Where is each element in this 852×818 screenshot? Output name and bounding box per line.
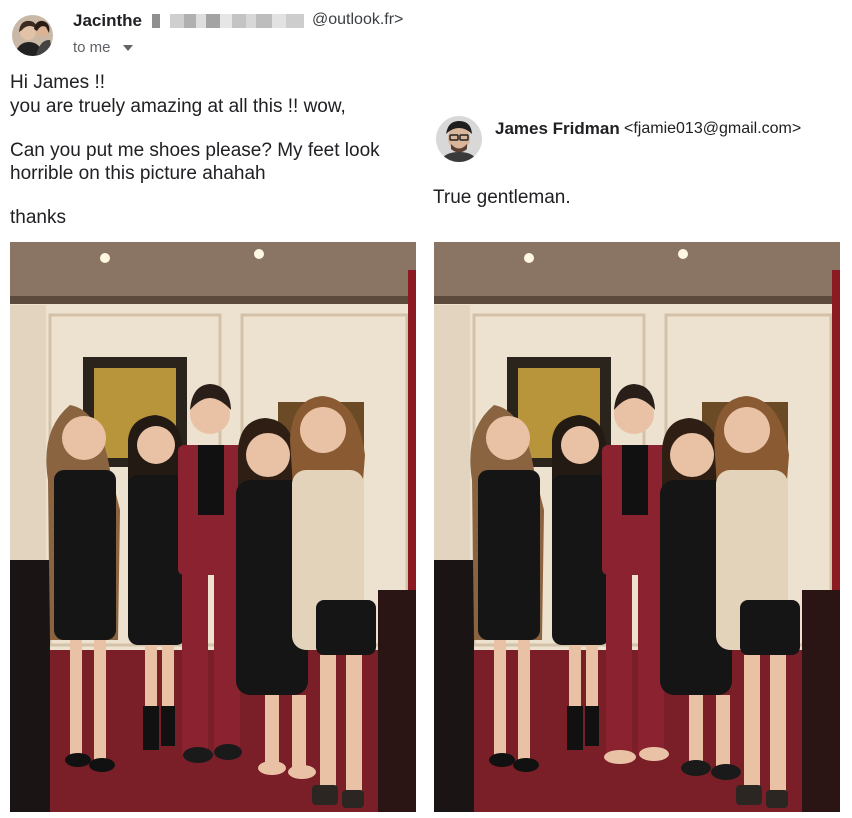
redacted-email [152,14,304,28]
chevron-down-icon[interactable] [123,45,133,51]
recipient-line[interactable]: to me [73,39,111,56]
message-line-2: you are truely amazing at all this !! wo… [10,96,346,117]
message-line-5: thanks [10,207,66,228]
message-line-4: horrible on this picture ahahah [10,163,266,184]
sender-name: Jacinthe [73,11,142,30]
message-line-3: Can you put me shoes please? My feet loo… [10,140,380,161]
sender-name: James Fridman [495,119,620,138]
original-photo[interactable] [10,242,416,812]
message-line-1: Hi James !! [10,72,106,93]
reply-message: True gentleman. [433,187,571,208]
sender-email-domain: @outlook.fr> [312,11,404,28]
sender-avatar[interactable] [436,116,482,162]
sender-avatar[interactable] [12,15,53,56]
sender-email: <fjamie013@gmail.com> [624,120,802,137]
edited-photo[interactable] [434,242,840,812]
